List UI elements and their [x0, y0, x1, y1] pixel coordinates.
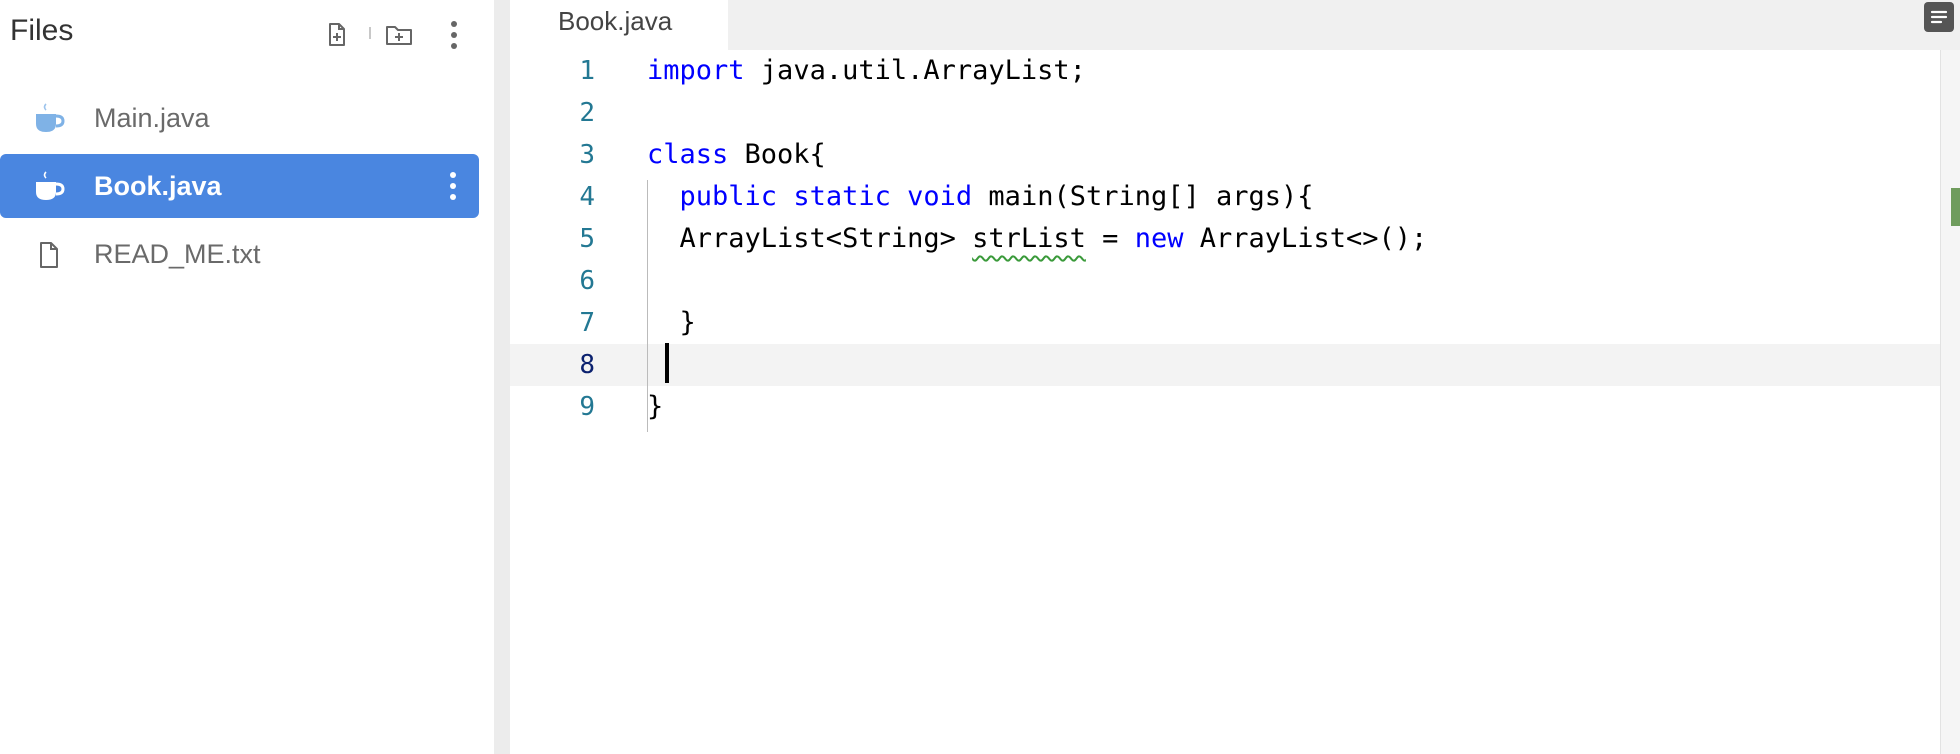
- sidebar-header: Files: [0, 0, 490, 70]
- new-folder-button[interactable]: [382, 18, 416, 52]
- text-cursor: [665, 343, 669, 383]
- editor-scrollbar[interactable]: [1940, 50, 1960, 754]
- code-text: ArrayList<String> strList = new ArrayLis…: [647, 223, 1428, 254]
- code-line: 7 }: [510, 302, 1940, 344]
- code-text: class Book{: [647, 139, 826, 170]
- sidebar-more-button[interactable]: [437, 18, 471, 52]
- indent-guide: [647, 180, 648, 432]
- sidebar-title: Files: [10, 14, 74, 47]
- file-item-main-java[interactable]: Main.java: [0, 86, 479, 150]
- new-folder-icon: [386, 26, 412, 45]
- line-number: 4: [579, 182, 595, 212]
- new-file-icon: [329, 23, 345, 46]
- keyword-token: new: [1134, 223, 1184, 254]
- code-line-current: 8: [510, 344, 1940, 386]
- new-file-button[interactable]: [320, 18, 354, 52]
- header-divider: [369, 27, 371, 39]
- tab-label: Book.java: [558, 6, 673, 36]
- code-line: 4 public static void main(String[] args)…: [510, 176, 1940, 218]
- code-line: 5 ArrayList<String> strList = new ArrayL…: [510, 218, 1940, 260]
- outline-toggle-button[interactable]: [1924, 2, 1954, 32]
- more-vertical-icon: [451, 21, 457, 49]
- file-item-readme-txt[interactable]: READ_ME.txt: [0, 222, 479, 286]
- keyword-token: class: [647, 139, 729, 170]
- java-cup-icon: [32, 102, 66, 136]
- warning-squiggle[interactable]: strList: [972, 223, 1086, 254]
- line-number: 7: [579, 308, 595, 338]
- keyword-token: void: [907, 181, 973, 212]
- code-line: 2: [510, 92, 1940, 134]
- code-text: public static void main(String[] args){: [679, 181, 1314, 212]
- code-line: 1 import java.util.ArrayList;: [510, 50, 1940, 92]
- line-number: 9: [579, 392, 595, 422]
- code-line: 6: [510, 260, 1940, 302]
- line-number: 5: [579, 224, 595, 254]
- file-icon: [32, 238, 66, 272]
- line-number: 8: [579, 350, 595, 380]
- pane-splitter[interactable]: [494, 0, 510, 754]
- java-cup-icon: [32, 170, 66, 204]
- keyword-token: import: [647, 55, 745, 86]
- outline-icon: [1930, 10, 1948, 24]
- tab-book-java[interactable]: Book.java: [510, 0, 728, 50]
- line-number: 3: [579, 140, 595, 170]
- code-editor[interactable]: 1 import java.util.ArrayList; 2 3 class …: [510, 50, 1940, 754]
- editor-tab-bar: Book.java: [510, 0, 1960, 50]
- file-label: READ_ME.txt: [94, 239, 261, 269]
- code-text: }: [647, 307, 696, 338]
- line-number: 1: [579, 56, 595, 86]
- file-explorer-sidebar: Files Main.java Book.java READ_ME.txt: [0, 0, 490, 754]
- code-text: }: [647, 391, 664, 422]
- code-line: 9 }: [510, 386, 1940, 428]
- keyword-token: public: [679, 181, 778, 212]
- scroll-change-marker: [1951, 188, 1960, 226]
- code-text: import java.util.ArrayList;: [647, 55, 1086, 86]
- keyword-token: static: [793, 181, 891, 212]
- line-number: 2: [579, 98, 595, 128]
- more-vertical-icon: [450, 172, 456, 200]
- file-item-book-java[interactable]: Book.java: [0, 154, 479, 218]
- file-options-button[interactable]: [440, 169, 466, 203]
- code-line: 3 class Book{: [510, 134, 1940, 176]
- file-label: Book.java: [94, 171, 222, 201]
- line-number: 6: [579, 266, 595, 296]
- file-label: Main.java: [94, 103, 210, 133]
